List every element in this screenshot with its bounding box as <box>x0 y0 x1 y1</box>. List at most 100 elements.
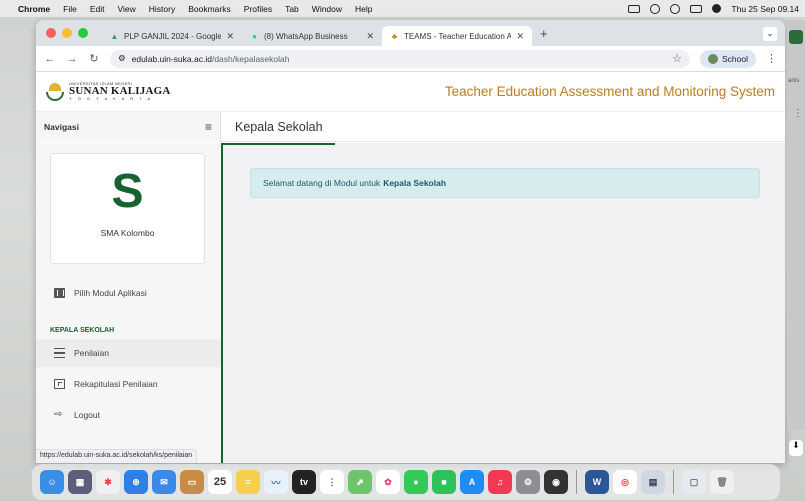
notes-icon[interactable]: ≡ <box>236 470 260 494</box>
photos-app-icon[interactable]: ✿ <box>376 470 400 494</box>
finder-icon[interactable]: ☺ <box>40 470 64 494</box>
trash-icon[interactable]: 🗑 <box>710 470 734 494</box>
bookmark-star-icon[interactable]: ☆ <box>672 52 682 65</box>
menu-window[interactable]: Window <box>312 4 342 14</box>
new-tab-icon[interactable]: + <box>540 26 548 41</box>
forward-icon[interactable]: → <box>66 53 78 65</box>
profile-button[interactable]: School <box>700 49 756 68</box>
edge-text: arks <box>788 78 800 84</box>
menu-edit[interactable]: Edit <box>90 4 105 14</box>
menu-file[interactable]: File <box>63 4 77 14</box>
page-title: Kepala Sekolah <box>235 119 323 134</box>
sidebar: S SMA Kolombo Pilih Modul Aplikasi KEPAL… <box>36 143 221 463</box>
address-bar[interactable]: ⚙ edulab.uin-suka.ac.id/dash/kepalasekol… <box>110 49 690 68</box>
menu-profiles[interactable]: Profiles <box>244 4 272 14</box>
url-host: edulab.uin-suka.ac.id <box>131 53 212 64</box>
zoom-window-icon[interactable] <box>78 28 88 38</box>
safari-icon[interactable]: ✱ <box>96 470 120 494</box>
download-icon[interactable]: ⬇ <box>789 440 803 456</box>
sidebar-item-label: Penilaian <box>74 348 109 358</box>
welcome-role: Kepala Sekolah <box>383 178 447 188</box>
menubar-clock[interactable]: Thu 25 Sep 09.14 <box>731 4 799 14</box>
menu-chrome[interactable]: Chrome <box>18 4 50 14</box>
hamburger-menu-icon[interactable]: ≡ <box>205 120 212 134</box>
siri-icon[interactable] <box>712 4 722 13</box>
tab-search-icon[interactable]: ⌄ <box>763 27 777 41</box>
list-icon <box>54 348 65 358</box>
sidebar-item-penilaian[interactable]: Penilaian <box>36 339 221 367</box>
google-drive-icon: ▲ <box>110 31 119 41</box>
tab-teams[interactable]: ♣ TEAMS - Teacher Education A ✕ <box>382 26 532 46</box>
tab-title: PLP GANJIL 2024 - Google D <box>124 31 222 41</box>
browser-window: ▲ PLP GANJIL 2024 - Google D ✕ ● (8) Wha… <box>36 20 785 463</box>
logout-icon: ⇨ <box>54 409 63 420</box>
maps-icon[interactable]: ⬈ <box>348 470 372 494</box>
tab-title: TEAMS - Teacher Education A <box>404 31 512 41</box>
reload-icon[interactable]: ↻ <box>88 52 100 65</box>
menu-tab[interactable]: Tab <box>285 4 299 14</box>
music-icon[interactable]: ♫ <box>488 470 512 494</box>
calendar-day-icon[interactable]: 25 <box>208 470 232 494</box>
tab-whatsapp[interactable]: ● (8) WhatsApp Business ✕ <box>242 26 382 46</box>
sidebar-item-pilih-modul[interactable]: Pilih Modul Aplikasi <box>36 279 221 307</box>
tv-icon[interactable]: tv <box>292 470 316 494</box>
more-menu-icon[interactable]: ⋮ <box>766 52 777 65</box>
freeform-icon[interactable]: 〰 <box>264 470 288 494</box>
app-store-icon[interactable]: A <box>460 470 484 494</box>
site-settings-icon[interactable]: ⚙ <box>118 53 126 64</box>
macos-menu-bar: Chrome File Edit View History Bookmarks … <box>0 0 805 17</box>
module-grid-icon <box>54 288 65 298</box>
sidebar-item-rekapitulasi[interactable]: Rekapitulasi Penilaian <box>36 370 221 398</box>
back-icon[interactable]: ← <box>44 53 56 65</box>
welcome-alert: Selamat datang di Modul untuk Kepala Sek… <box>250 168 760 198</box>
screen-share-icon[interactable] <box>650 3 661 14</box>
extension-icon[interactable] <box>789 30 803 44</box>
calendar-icon[interactable]: ▭ <box>180 470 204 494</box>
github-icon[interactable]: ◉ <box>544 470 568 494</box>
photos-icon[interactable]: ✉ <box>152 470 176 494</box>
mail-icon[interactable]: ⊕ <box>124 470 148 494</box>
background-window-edge: arks ⋮ ⬇ <box>787 20 805 456</box>
welcome-text: Selamat datang di Modul untuk <box>263 178 381 188</box>
sidebar-heading: Navigasi ≡ <box>36 111 221 142</box>
main-content: Selamat datang di Modul untuk Kepala Sek… <box>221 143 785 463</box>
close-tab-icon[interactable]: ✕ <box>226 31 234 42</box>
close-tab-icon[interactable]: ✕ <box>366 31 374 42</box>
preview-icon[interactable]: ▤ <box>641 470 665 494</box>
chrome-icon[interactable]: ◎ <box>613 470 637 494</box>
facetime-icon[interactable]: ■ <box>432 470 456 494</box>
reminders-icon[interactable]: ⋮ <box>320 470 344 494</box>
profile-label: School <box>722 53 748 64</box>
minimize-window-icon[interactable] <box>62 28 72 38</box>
menu-bookmarks[interactable]: Bookmarks <box>188 4 231 14</box>
menu-view[interactable]: View <box>117 4 135 14</box>
close-window-icon[interactable] <box>46 28 56 38</box>
browser-toolbar: ← → ↻ ⚙ edulab.uin-suka.ac.id/dash/kepal… <box>36 46 785 72</box>
sidebar-item-label: Rekapitulasi Penilaian <box>74 379 158 389</box>
files-icon[interactable]: ▢ <box>682 470 706 494</box>
table-icon <box>54 379 65 389</box>
search-icon[interactable] <box>670 3 681 14</box>
logo-line-3: Y O G Y A K A R T A <box>69 96 153 101</box>
launchpad-icon[interactable]: ▦ <box>68 470 92 494</box>
messages-icon[interactable]: ● <box>404 470 428 494</box>
settings-icon[interactable]: ⚙ <box>516 470 540 494</box>
sidebar-item-label: Logout <box>74 410 100 420</box>
tab-bar: ▲ PLP GANJIL 2024 - Google D ✕ ● (8) Wha… <box>36 20 785 46</box>
system-title: Teacher Education Assessment and Monitor… <box>444 84 775 99</box>
university-logo[interactable]: UNIVERSITAS ISLAM NEGERI SUNAN KALIJAGA … <box>46 82 171 101</box>
control-center-icon[interactable] <box>690 4 703 13</box>
link-status-bar: https://edulab.uin-suka.ac.id/sekolah/ks… <box>36 449 198 463</box>
close-tab-icon[interactable]: ✕ <box>516 31 524 42</box>
site-header: UNIVERSITAS ISLAM NEGERI SUNAN KALIJAGA … <box>36 72 785 112</box>
web-page: UNIVERSITAS ISLAM NEGERI SUNAN KALIJAGA … <box>36 72 785 463</box>
battery-icon[interactable] <box>628 4 641 13</box>
tab-google-drive[interactable]: ▲ PLP GANJIL 2024 - Google D ✕ <box>102 26 242 46</box>
word-icon[interactable]: W <box>585 470 609 494</box>
tab-title: (8) WhatsApp Business <box>264 31 348 41</box>
sidebar-item-logout[interactable]: ⇨ Logout <box>36 401 221 429</box>
menu-help[interactable]: Help <box>355 4 372 14</box>
more-menu-icon[interactable]: ⋮ <box>793 108 803 119</box>
teams-site-icon: ♣ <box>391 31 398 41</box>
menu-history[interactable]: History <box>149 4 175 14</box>
